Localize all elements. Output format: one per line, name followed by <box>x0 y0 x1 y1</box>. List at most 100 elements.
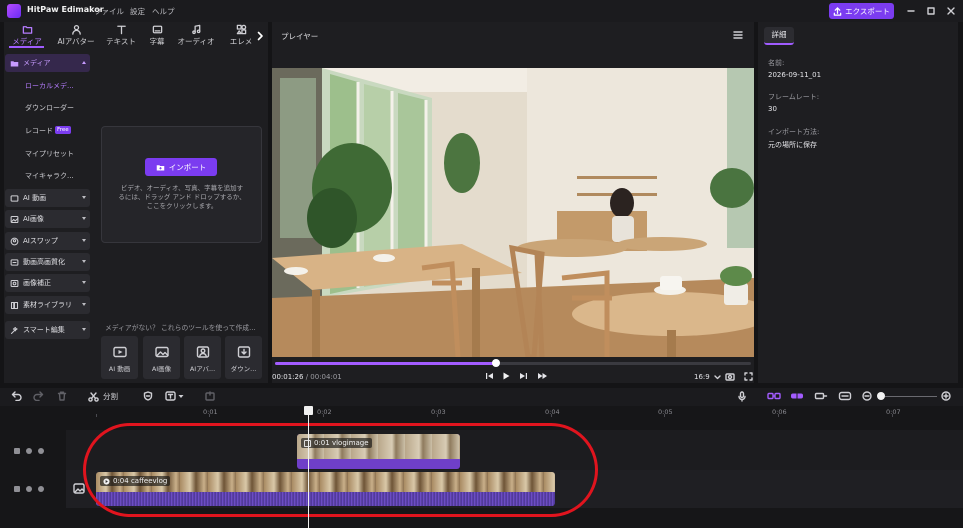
media-icon <box>22 26 32 34</box>
tab-audio[interactable]: オーディオ <box>173 24 219 48</box>
sidebar-item-my-presets[interactable]: マイプリセット <box>25 149 74 159</box>
playhead-handle[interactable] <box>304 406 313 415</box>
sidebar-media-label: メディア <box>23 59 51 67</box>
cover-button[interactable] <box>73 483 85 494</box>
split-label: 分割 <box>103 392 118 401</box>
sidebar-media-header[interactable]: メディア <box>5 54 90 72</box>
tab-media[interactable]: メディア <box>6 24 48 48</box>
ai-video-tool-icon <box>112 346 127 358</box>
delete-button[interactable] <box>57 391 67 401</box>
magnetic-snap-toggle[interactable] <box>767 391 781 401</box>
sidebar-group-smart-edit[interactable]: スマート編集 <box>5 321 90 339</box>
maximize-button[interactable] <box>924 4 938 18</box>
import-button[interactable]: インポート <box>145 158 217 176</box>
tab-subtitle[interactable]: 字幕 <box>144 24 170 48</box>
ruler-tick <box>892 414 893 417</box>
zoom-in-button[interactable] <box>941 391 951 401</box>
tool-downloader[interactable]: ダウン... <box>225 336 262 379</box>
zoom-in-icon <box>941 391 951 401</box>
play-icon <box>503 372 510 380</box>
fit-timeline-button[interactable] <box>838 391 852 401</box>
zoom-out-button[interactable] <box>862 391 872 401</box>
link-icon <box>791 393 803 399</box>
previous-frame-button[interactable] <box>484 371 494 381</box>
tab-details[interactable]: 詳細 <box>764 27 794 45</box>
tabs-scroll-right[interactable] <box>254 24 266 48</box>
menu-file[interactable]: ファイル <box>94 6 124 17</box>
current-time: 00:01:26 <box>272 373 304 381</box>
sidebar-item-my-characters[interactable]: マイキャラク... <box>25 171 74 181</box>
zoom-slider-track[interactable] <box>885 396 937 397</box>
player-menu-button[interactable] <box>733 30 743 40</box>
ruler-label: 0:03 <box>431 408 446 416</box>
sidebar-group-video-enhance-label: 動画高画質化 <box>23 258 65 266</box>
eye-icon[interactable] <box>26 448 32 454</box>
lock-icon[interactable] <box>14 486 20 492</box>
aspect-ratio-select[interactable]: 16:9 <box>694 373 721 381</box>
snap-icon <box>767 392 781 400</box>
tool-ai-avatar-label: AIアバ... <box>189 365 216 373</box>
sidebar-group-ai-swap[interactable]: AIスワップ <box>5 232 90 250</box>
ai-video-icon <box>10 194 19 202</box>
menu-settings[interactable]: 設定 <box>130 6 145 17</box>
tab-ai-avatar[interactable]: AIアバター <box>53 24 99 48</box>
sidebar-group-stock-library[interactable]: 素材ライブラリ <box>5 296 90 314</box>
sidebar-group-ai-image[interactable]: AI画像 <box>5 210 90 228</box>
ruler-tick <box>551 414 552 417</box>
undo-button[interactable] <box>11 391 22 401</box>
play-button[interactable] <box>501 371 511 381</box>
cafe-scene-image <box>272 68 754 357</box>
split-button[interactable]: 分割 <box>88 391 118 402</box>
redo-button[interactable] <box>33 391 44 401</box>
lock-icon[interactable] <box>14 448 20 454</box>
export-button[interactable]: エクスポート <box>829 3 894 19</box>
hamburger-icon <box>733 31 743 39</box>
detail-import-method-label: インポート方法: <box>768 128 820 136</box>
zoom-slider-handle[interactable] <box>877 392 885 400</box>
menu-help[interactable]: ヘルプ <box>152 6 175 17</box>
mask-button[interactable] <box>143 391 153 401</box>
ruler-tick <box>664 414 665 417</box>
eye-icon[interactable] <box>26 486 32 492</box>
audio-icon[interactable] <box>38 486 44 492</box>
tool-ai-avatar[interactable]: AIアバ... <box>184 336 221 379</box>
sidebar-group-image-correct[interactable]: 画像補正 <box>5 274 90 292</box>
audio-icon[interactable] <box>38 448 44 454</box>
sidebar-group-image-correct-label: 画像補正 <box>23 279 51 287</box>
sidebar-group-ai-video[interactable]: AI 動画 <box>5 189 90 207</box>
sidebar-item-downloader[interactable]: ダウンローダー <box>25 103 74 113</box>
tab-element[interactable]: エレメ <box>226 24 256 48</box>
detail-import-method-value: 元の場所に保存 <box>768 141 817 149</box>
scissors-icon <box>88 391 99 402</box>
minimize-button[interactable] <box>904 4 918 18</box>
fullscreen-button[interactable] <box>743 371 753 381</box>
voiceover-button[interactable] <box>737 391 747 402</box>
text-tool-dropdown[interactable] <box>165 391 184 401</box>
timecode: 00:01:26 / 00:04:01 <box>272 373 342 381</box>
category-tabs: メディア AIアバター テキスト 字幕 オーディオ エレメ <box>4 24 268 48</box>
image-correct-icon <box>10 279 19 287</box>
crop-button[interactable] <box>205 391 215 401</box>
face-swap-icon <box>10 237 19 245</box>
video-preview[interactable] <box>272 68 754 357</box>
timeline-playhead[interactable] <box>308 408 309 528</box>
snapshot-button[interactable] <box>725 371 735 381</box>
tab-text[interactable]: テキスト <box>102 24 140 48</box>
chevron-down-icon <box>714 374 721 379</box>
maximize-icon <box>927 7 935 15</box>
sidebar-item-record[interactable]: レコード <box>25 126 53 136</box>
next-frame-button[interactable] <box>518 371 528 381</box>
tab-text-label: テキスト <box>106 37 136 46</box>
preview-toggle[interactable] <box>814 391 828 401</box>
link-toggle[interactable] <box>790 391 804 401</box>
playback-progress <box>275 362 497 365</box>
sidebar-item-local-media[interactable]: ローカルメデ... <box>25 81 74 91</box>
avatar-icon <box>71 25 81 35</box>
fast-forward-button[interactable] <box>536 371 548 381</box>
tab-audio-label: オーディオ <box>177 37 215 46</box>
sidebar-group-video-enhance[interactable]: 動画高画質化 <box>5 253 90 271</box>
library-icon <box>10 301 19 309</box>
close-button[interactable] <box>944 4 958 18</box>
tool-ai-image[interactable]: AI画像 <box>143 336 180 379</box>
tool-ai-video[interactable]: AI 動画 <box>101 336 138 379</box>
